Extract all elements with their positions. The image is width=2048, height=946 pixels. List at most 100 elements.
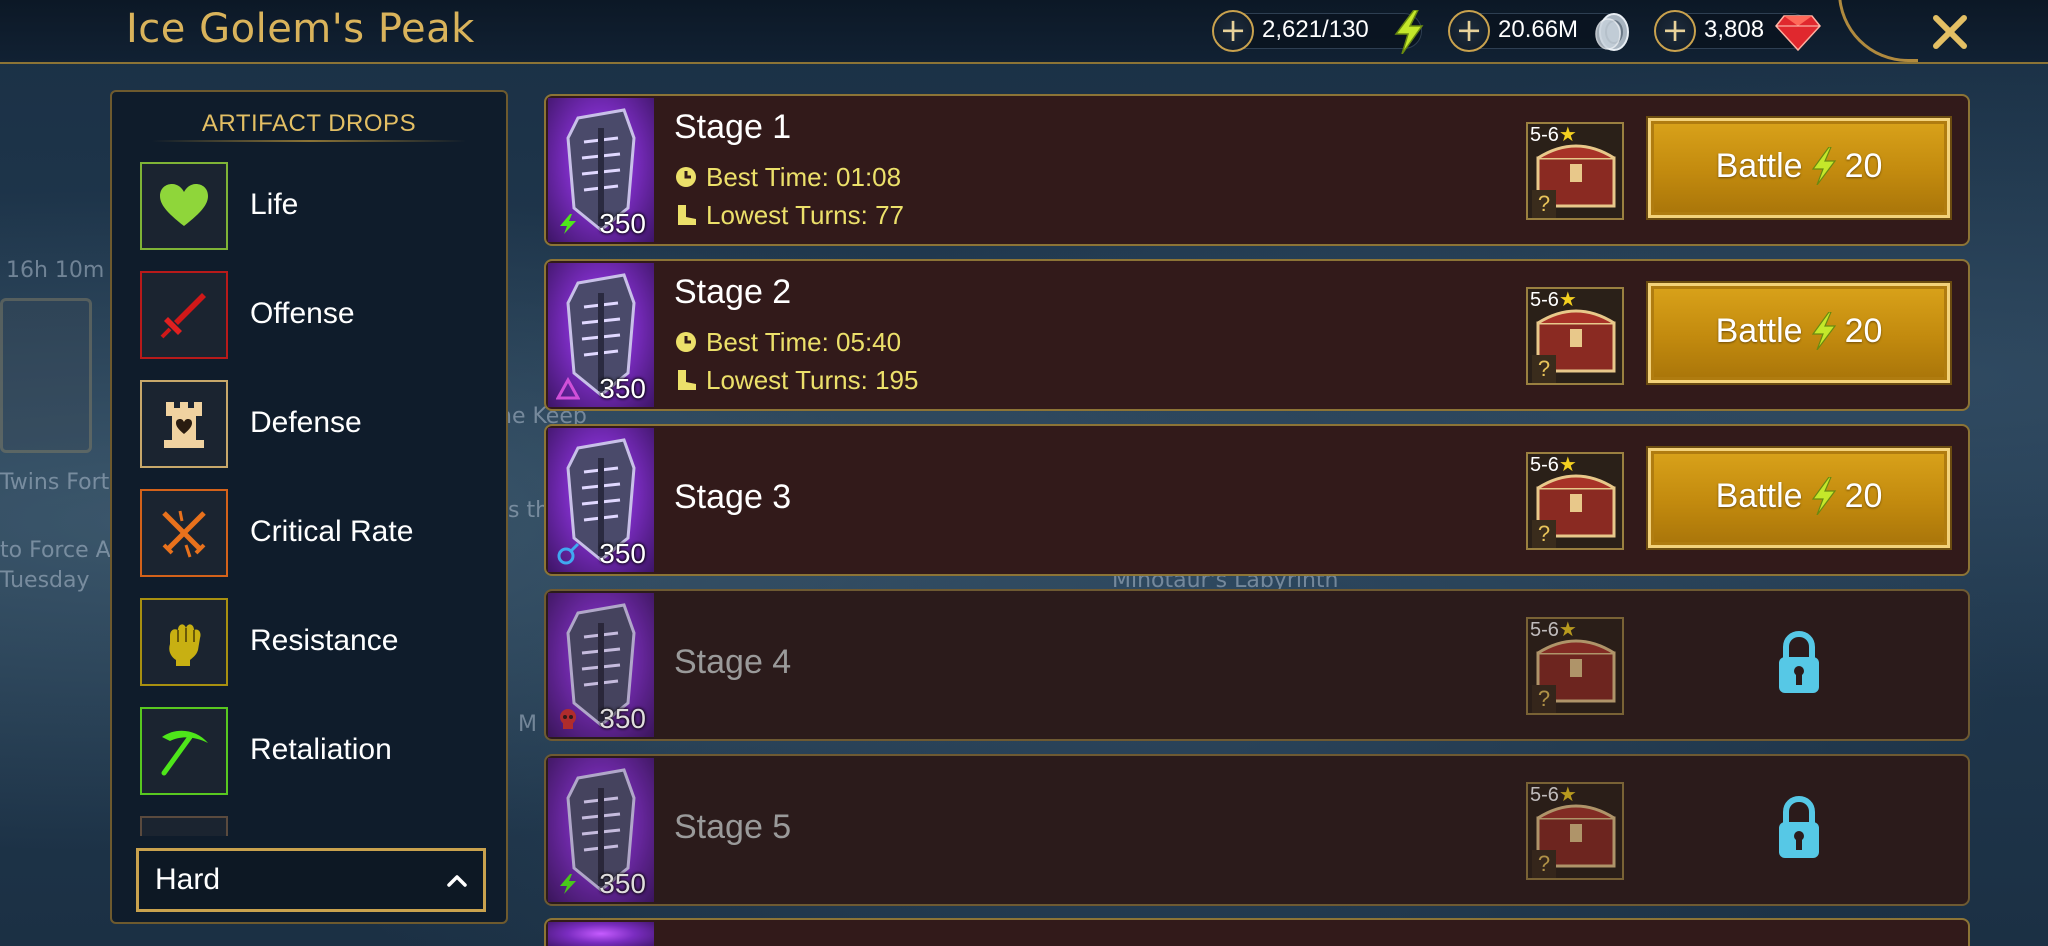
stage-name: Stage 5 <box>674 808 792 846</box>
artifact-set-tile <box>140 162 228 250</box>
silver-coin-icon <box>1595 13 1629 51</box>
background-map-node <box>0 298 92 453</box>
artifact-set-resistance[interactable]: Resistance <box>140 598 490 688</box>
artifact-set-tile <box>140 380 228 468</box>
stage-row-locked[interactable]: 350 Stage 4 5-6★ ? <box>544 589 1970 741</box>
silver-value: 20.66M <box>1498 16 1579 43</box>
decorative-corner <box>1838 0 1918 62</box>
void-affinity-icon <box>556 377 580 400</box>
stage-power: 350 <box>599 703 646 734</box>
artifact-set-label: Offense <box>250 297 355 330</box>
boot-icon <box>678 205 696 225</box>
boss-portrait: 350 <box>548 428 654 572</box>
boot-icon <box>678 370 696 390</box>
lock-icon <box>1779 631 1819 693</box>
stage-name: Stage 2 <box>674 273 792 311</box>
stage-name: Stage 4 <box>674 643 792 681</box>
energy-cost: 20 <box>1844 312 1883 350</box>
energy-resource: + 2,621/130 <box>1212 10 1430 54</box>
battle-button[interactable]: Battle 20 <box>1646 281 1952 385</box>
stage-name: Stage 1 <box>674 108 792 146</box>
add-silver-button[interactable]: + <box>1448 10 1490 52</box>
artifact-set-label: Critical Rate <box>250 515 414 548</box>
energy-bolt-icon <box>1394 10 1424 54</box>
reward-unknown: ? <box>1532 685 1556 713</box>
reward-unknown: ? <box>1532 190 1556 218</box>
stage-row[interactable]: 350 Stage 2 Best Time: 05:40 Lowest Turn… <box>544 259 1970 411</box>
page-title: Ice Golem's Peak <box>126 6 475 52</box>
artifact-set-critical-rate[interactable]: Critical Rate <box>140 489 490 579</box>
background-location-text: s th <box>508 498 550 523</box>
artifact-drops-title: ARTIFACT DROPS <box>201 110 417 137</box>
artifact-set-life[interactable]: Life <box>140 162 490 252</box>
reward-stars: 5-6★ <box>1530 124 1577 146</box>
stage-row[interactable]: 350 Stage 1 Best Time: 01:08 Lowest Turn… <box>544 94 1970 246</box>
reward-unknown: ? <box>1532 355 1556 383</box>
pickaxe-icon <box>161 730 208 776</box>
reward-chest[interactable]: 5-6★ ? <box>1526 122 1624 220</box>
energy-value: 2,621/130 <box>1262 16 1369 43</box>
artifact-set-label: Retaliation <box>250 733 392 766</box>
lowest-turns: Lowest Turns: 195 <box>674 365 918 396</box>
artifact-set-defense[interactable]: Defense <box>140 380 490 470</box>
artifact-set-offense[interactable]: Offense <box>140 271 490 361</box>
reward-stars: 5-6★ <box>1530 454 1577 476</box>
lowest-turns: Lowest Turns: 77 <box>674 200 904 231</box>
stage-row-locked[interactable]: 350 Stage 5 5-6★ ? <box>544 754 1970 906</box>
artifact-set-label: Resistance <box>250 624 399 657</box>
boss-portrait: 350 <box>548 758 654 902</box>
energy-cost: 20 <box>1844 477 1883 515</box>
energy-bolt-icon <box>1811 312 1836 350</box>
battle-label: Battle <box>1715 147 1803 185</box>
energy-bolt-icon <box>1811 147 1836 185</box>
reward-chest[interactable]: 5-6★ ? <box>1526 782 1624 880</box>
ruby-gem-icon <box>1775 15 1821 52</box>
reward-chest[interactable]: 5-6★ ? <box>1526 452 1624 550</box>
boss-portrait: 350 <box>548 593 654 737</box>
spirit-affinity-icon <box>560 709 576 729</box>
lock-icon <box>1779 796 1819 858</box>
difficulty-selected: Hard <box>155 863 221 896</box>
artifact-set-label: Defense <box>250 406 362 439</box>
stage-power: 350 <box>599 868 646 899</box>
difficulty-dropdown[interactable]: Hard <box>136 848 486 912</box>
fist-icon <box>169 624 201 666</box>
clock-icon <box>676 332 696 352</box>
stage-row-partial[interactable] <box>544 918 1970 946</box>
lowest-turns-label: Lowest Turns: 77 <box>706 200 904 230</box>
force-affinity-icon <box>560 214 576 234</box>
battle-button[interactable]: Battle 20 <box>1646 446 1952 550</box>
gems-resource: + 3,808 <box>1654 10 1822 54</box>
close-icon <box>1933 15 1967 49</box>
battle-button-content: Battle 20 <box>1651 312 1947 351</box>
stage-name: Stage 3 <box>674 478 792 516</box>
battle-button-content: Battle 20 <box>1651 147 1947 186</box>
title-divider <box>152 140 466 142</box>
magic-affinity-icon <box>557 542 580 565</box>
artifact-set-tile <box>140 707 228 795</box>
artifact-set-tile <box>140 489 228 577</box>
artifact-set-tile <box>140 598 228 686</box>
boss-portrait: 350 <box>548 263 654 407</box>
best-time-label: Best Time: 01:08 <box>706 162 902 192</box>
reward-unknown: ? <box>1532 850 1556 878</box>
crossed-swords-icon <box>162 510 206 558</box>
reward-unknown: ? <box>1532 520 1556 548</box>
best-time-label: Best Time: 05:40 <box>706 327 902 357</box>
battle-button[interactable]: Battle 20 <box>1646 116 1952 220</box>
reward-chest[interactable]: 5-6★ ? <box>1526 287 1624 385</box>
reward-stars: 5-6★ <box>1530 619 1577 641</box>
reward-chest[interactable]: 5-6★ ? <box>1526 617 1624 715</box>
artifact-drops-panel: ARTIFACT DROPS Life Offense Defense Crit… <box>110 90 508 924</box>
best-time: Best Time: 05:40 <box>674 327 901 358</box>
background-event-text: Tuesday <box>0 568 90 593</box>
battle-button-content: Battle 20 <box>1651 477 1947 516</box>
force-affinity-icon <box>560 874 576 894</box>
artifact-set-tile-partial <box>140 816 228 836</box>
heart-icon <box>160 184 208 226</box>
add-energy-button[interactable]: + <box>1212 10 1254 52</box>
stage-row[interactable]: 350 Stage 3 5-6★ ? Battle 20 <box>544 424 1970 576</box>
artifact-set-retaliation[interactable]: Retaliation <box>140 707 490 797</box>
add-gems-button[interactable]: + <box>1654 10 1696 52</box>
close-button[interactable] <box>1922 4 1978 60</box>
